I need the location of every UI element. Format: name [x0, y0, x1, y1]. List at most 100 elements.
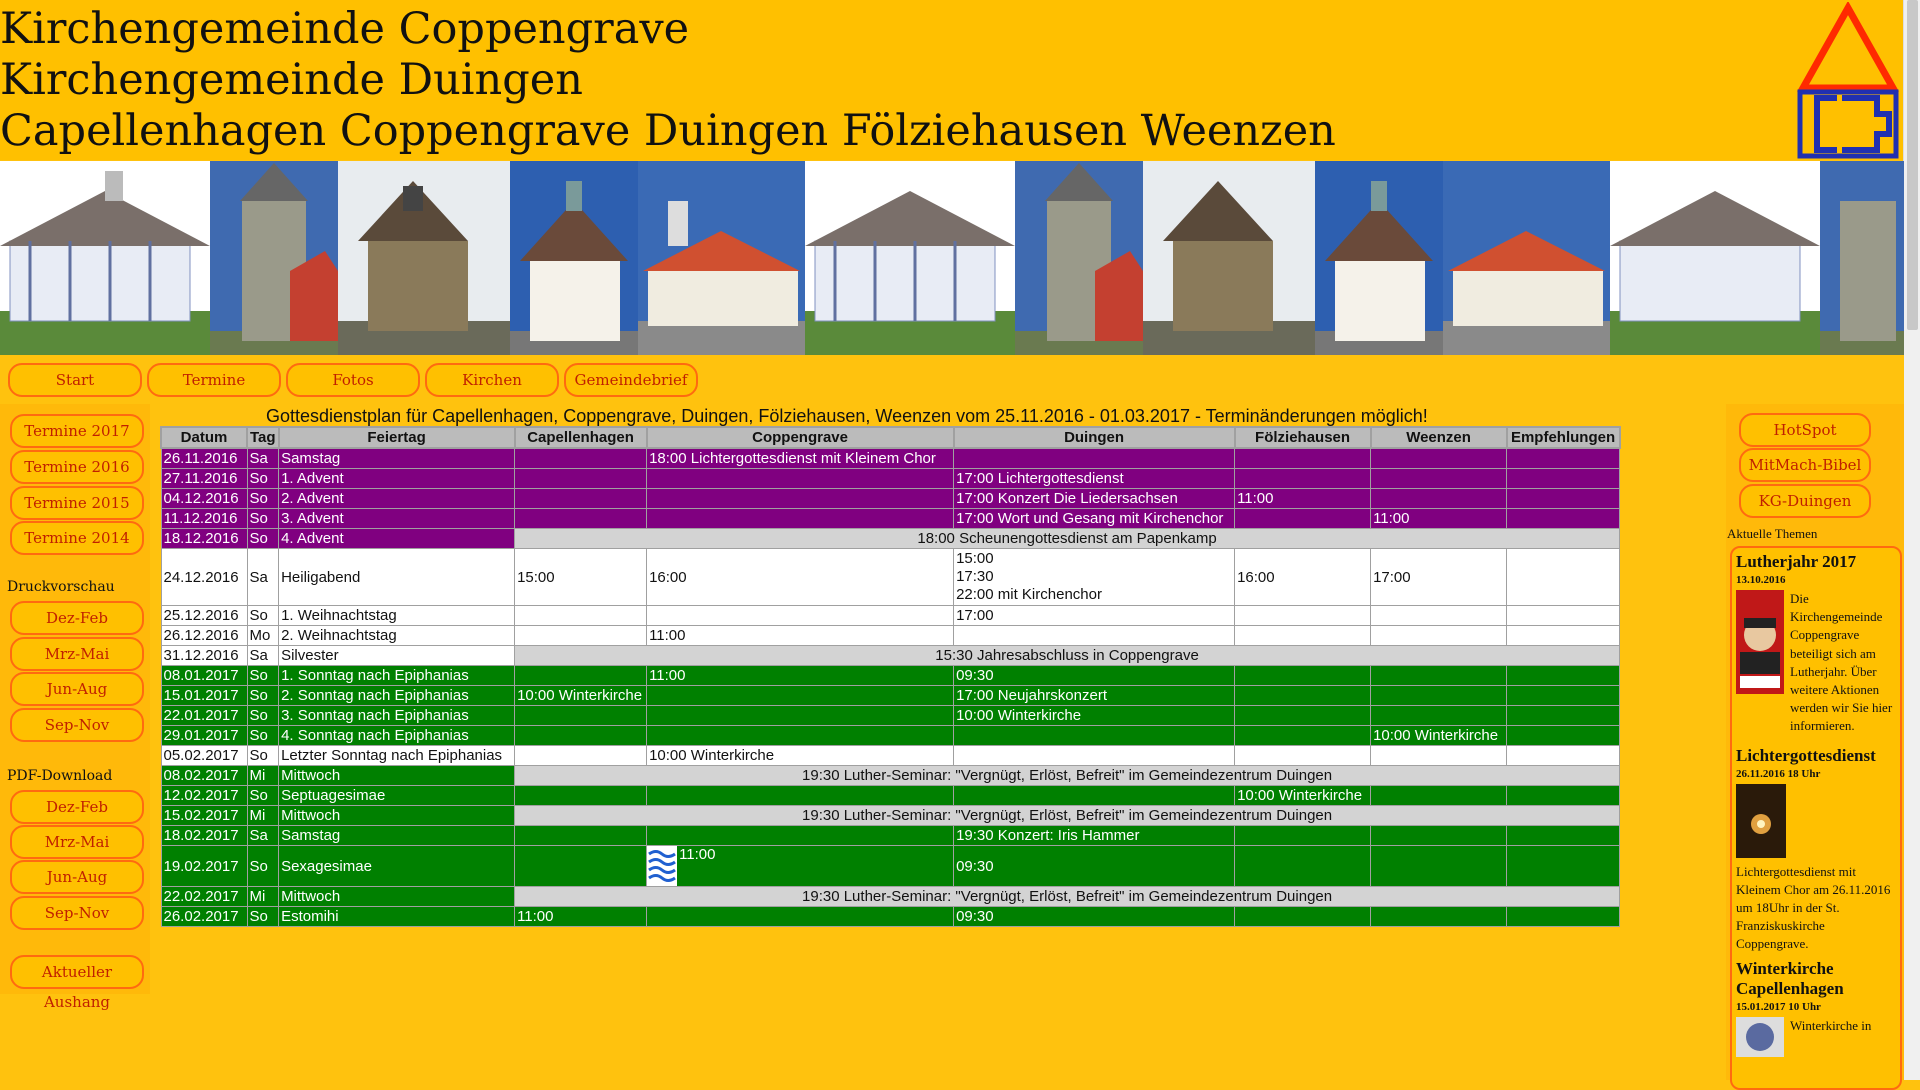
- cell-coppengrave: [646, 705, 955, 726]
- cell-coppengrave: 16:00: [646, 548, 955, 606]
- cell-capellenhagen: [514, 468, 648, 489]
- cell-empfehlungen: [1506, 665, 1621, 686]
- aktuelle-themen-heading: Aktuelle Themen: [1727, 526, 1818, 541]
- nav-kirchen[interactable]: Kirchen: [425, 363, 559, 397]
- cell-tag: So: [246, 705, 280, 726]
- news-title-winterkirche[interactable]: Winterkirche Capellenhagen: [1736, 959, 1900, 999]
- cell-capellenhagen: [514, 705, 648, 726]
- pdf-dez-feb-button[interactable]: Dez-Feb: [10, 790, 144, 824]
- cell-empfehlungen: [1506, 447, 1621, 469]
- cell-empfehlungen: [1506, 508, 1621, 529]
- pdf-sep-nov-button[interactable]: Sep-Nov: [10, 896, 144, 930]
- church-photo-white-chapel: [510, 161, 638, 355]
- cell-datum: 25.12.2016: [160, 605, 248, 626]
- cell-feiertag: 2. Advent: [278, 488, 516, 509]
- pdf-jun-aug-button[interactable]: Jun-Aug: [10, 860, 144, 894]
- kg-duingen-button[interactable]: KG-Duingen: [1739, 484, 1871, 518]
- druck-jun-aug-button[interactable]: Jun-Aug: [10, 672, 144, 706]
- church-logo-icon[interactable]: [1797, 2, 1899, 160]
- cell-feiertag: Samstag: [278, 825, 516, 846]
- nav-start[interactable]: Start: [8, 363, 142, 397]
- col-header-coppengrave: Coppengrave: [645, 426, 955, 449]
- col-header-foelziehausen: Fölziehausen: [1233, 426, 1372, 449]
- site-header: Kirchengemeinde Coppengrave Kirchengemei…: [0, 0, 1904, 160]
- cell-event-span: 18:00 Scheunengottesdienst am Papenkamp: [514, 528, 1621, 549]
- druck-sep-nov-button[interactable]: Sep-Nov: [10, 708, 144, 742]
- cell-datum: 22.01.2017: [160, 705, 248, 726]
- table-row: 26.02.2017 So Estomihi 11:00 09:30: [160, 906, 1621, 927]
- cell-capellenhagen: [514, 447, 648, 469]
- termine-2015-button[interactable]: Termine 2015: [10, 486, 144, 520]
- cell-coppengrave: [646, 725, 955, 746]
- cell-datum: 22.02.2017: [160, 886, 248, 907]
- aktueller-aushang-button[interactable]: Aktueller Aushang: [10, 955, 144, 1011]
- cell-tag: So: [246, 906, 280, 927]
- table-row: 05.02.2017 So Letzter Sonntag nach Epiphan…: [160, 745, 1621, 766]
- cell-tag: Sa: [246, 548, 280, 606]
- nav-gemeindebrief[interactable]: Gemeindebrief: [564, 363, 698, 397]
- church-photo-coppengrave-tower: [210, 161, 338, 355]
- church-photo-capellenhagen: [0, 161, 210, 355]
- cell-tag: Mi: [246, 886, 280, 907]
- druck-mrz-mai-button[interactable]: Mrz-Mai: [10, 637, 144, 671]
- news-title-lutherjahr[interactable]: Lutherjahr 2017: [1736, 552, 1900, 572]
- cell-weenzen: [1370, 825, 1508, 846]
- cell-datum: 18.12.2016: [160, 528, 248, 549]
- nav-fotos[interactable]: Fotos: [286, 363, 420, 397]
- cell-feiertag: 1. Sonntag nach Epiphanias: [278, 665, 516, 686]
- cell-datum: 05.02.2017: [160, 745, 248, 766]
- news-text-lichtergottesdienst: Lichtergottesdienst mit Kleinem Chor am …: [1736, 863, 1891, 952]
- cell-empfehlungen: [1506, 745, 1621, 766]
- mitmach-bibel-button[interactable]: MitMach-Bibel: [1739, 448, 1871, 482]
- cell-foelziehausen: [1234, 705, 1372, 726]
- col-header-tag: Tag: [246, 426, 280, 449]
- cell-foelziehausen: 11:00: [1234, 488, 1372, 509]
- cell-tag: So: [246, 685, 280, 706]
- cell-empfehlungen: [1506, 705, 1621, 726]
- cell-datum: 15.01.2017: [160, 685, 248, 706]
- nav-termine[interactable]: Termine: [147, 363, 281, 397]
- cell-empfehlungen: [1506, 685, 1621, 706]
- table-row: 18.12.2016 So 4. Advent 18:00 Scheunengotte…: [160, 528, 1621, 549]
- termine-2014-button[interactable]: Termine 2014: [10, 521, 144, 555]
- cell-duingen: 09:30: [953, 845, 1236, 887]
- termine-2016-button[interactable]: Termine 2016: [10, 450, 144, 484]
- cell-coppengrave: 11:00: [646, 845, 955, 887]
- scrollbar-thumb[interactable]: [1907, 0, 1918, 330]
- cell-coppengrave: 11:00: [646, 625, 955, 646]
- plan-title: Gottesdienstplan für Capellenhagen, Copp…: [266, 406, 1428, 426]
- site-title-line-2: Kirchengemeinde Duingen: [0, 55, 583, 105]
- cell-capellenhagen: [514, 785, 648, 806]
- scrollbar[interactable]: [1903, 0, 1920, 1080]
- pdf-mrz-mai-button[interactable]: Mrz-Mai: [10, 825, 144, 859]
- table-row: 22.02.2017 Mi Mittwoch 19:30 Luther-Seminar…: [160, 886, 1621, 907]
- cell-coppengrave: [646, 785, 955, 806]
- cell-weenzen: [1370, 906, 1508, 927]
- cell-capellenhagen: 15:00: [514, 548, 648, 606]
- cell-datum: 26.02.2017: [160, 906, 248, 927]
- cell-feiertag: Septuagesimae: [278, 785, 516, 806]
- cell-coppengrave: [646, 825, 955, 846]
- cell-coppengrave: [646, 488, 955, 509]
- cell-tag: So: [246, 725, 280, 746]
- cell-weenzen: [1370, 745, 1508, 766]
- cell-foelziehausen: 16:00: [1234, 548, 1372, 606]
- col-header-datum: Datum: [160, 426, 248, 449]
- table-row: 22.01.2017 So 3. Sonntag nach Epiphanias 10…: [160, 705, 1621, 726]
- church-photo-coppengrave-tower-3: [1820, 161, 1904, 355]
- cell-datum: 12.02.2017: [160, 785, 248, 806]
- druck-dez-feb-button[interactable]: Dez-Feb: [10, 601, 144, 635]
- church-photo-stone-chapel-2: [1143, 161, 1315, 355]
- cell-foelziehausen: [1234, 845, 1372, 887]
- cell-empfehlungen: [1506, 625, 1621, 646]
- hotspot-button[interactable]: HotSpot: [1739, 413, 1871, 447]
- table-row: 11.12.2016 So 3. Advent 17:00 Wort und Gesa…: [160, 508, 1621, 529]
- site-title-line-1: Kirchengemeinde Coppengrave: [0, 4, 690, 54]
- news-title-lichtergottesdienst[interactable]: Lichtergottesdienst: [1736, 746, 1900, 766]
- termine-2017-button[interactable]: Termine 2017: [10, 414, 144, 448]
- cell-weenzen: [1370, 685, 1508, 706]
- cell-event-span: 15:30 Jahresabschluss in Coppengrave: [514, 645, 1621, 666]
- cell-tag: So: [246, 845, 280, 887]
- schedule-rows: 26.11.2016 Sa Samstag 18:00 Lichtergottesdi…: [160, 447, 1621, 927]
- cell-weenzen: [1370, 488, 1508, 509]
